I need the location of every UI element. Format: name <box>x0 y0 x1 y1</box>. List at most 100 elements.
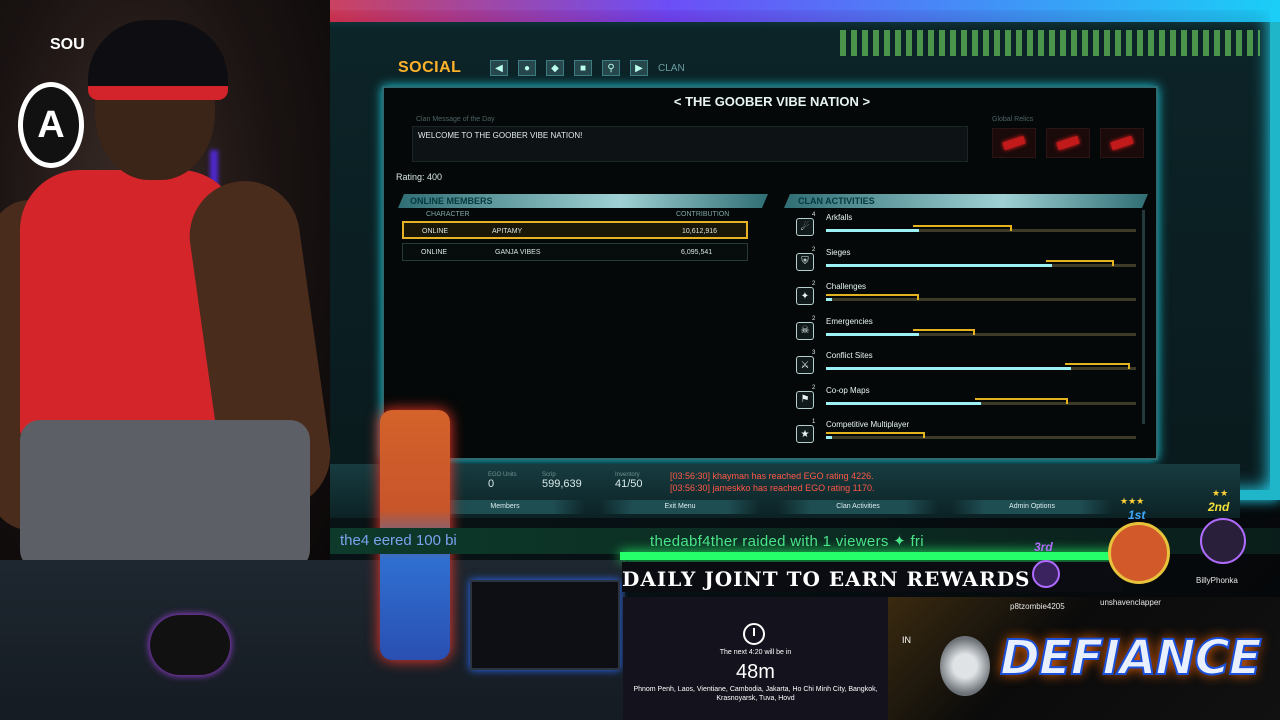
star-icon: ★★ <box>1212 488 1229 498</box>
activity-goal-marker <box>912 328 975 335</box>
activity-name: Arkfalls <box>826 213 853 222</box>
streamer-headband <box>88 20 228 100</box>
clan-activities-header: CLAN ACTIVITIES <box>784 194 1148 208</box>
streamer-jeans <box>20 420 310 570</box>
activity-row[interactable]: ⚑ 2 Co-op Maps <box>796 385 1136 415</box>
forward-arrow-icon[interactable]: ▶ <box>630 60 648 76</box>
leader-name: p8tzombie4205 <box>1010 602 1065 611</box>
neon-strip <box>620 552 1140 560</box>
leader-name: BillyPhonka <box>1196 576 1238 585</box>
keyboard <box>470 580 620 670</box>
clan-panel: < THE GOOBER VIBE NATION > Clan Message … <box>382 86 1158 460</box>
inventory-value: 41/50 <box>615 478 643 490</box>
member-row[interactable]: ONLINE APITAMY 10,612,916 <box>402 221 748 239</box>
member-contribution: 6,095,541 <box>681 249 713 256</box>
leader-rank: 1st <box>1128 508 1146 522</box>
back-arrow-icon[interactable]: ◀ <box>490 60 508 76</box>
timer-cities: Phnom Penh, Laos, Vientiane, Cambodia, J… <box>633 686 878 702</box>
clan-activities-button[interactable]: Clan Activities <box>778 500 938 514</box>
activity-goal-marker <box>912 225 1012 231</box>
relic-icon <box>1110 135 1134 151</box>
column-header-contribution: CONTRIBUTION <box>676 211 730 218</box>
chat-icon[interactable]: ■ <box>574 60 592 76</box>
clan-name: < THE GOOBER VIBE NATION > <box>673 94 871 109</box>
activity-goal-marker <box>1064 363 1130 369</box>
scrip-stat: Scrip 599,639 <box>542 472 582 490</box>
relic-slot[interactable] <box>1046 128 1090 158</box>
stream-overlay: SOCIAL ◀ ● ◆ ■ ⚲ ▶ CLAN < THE GOOBER VIB… <box>0 0 1280 720</box>
activity-progress-fill <box>826 401 981 405</box>
activity-goal-marker <box>1046 259 1115 266</box>
alarm-clock-icon <box>743 623 765 645</box>
breadcrumb: CLAN <box>658 62 685 74</box>
motd-text: WELCOME TO THE GOOBER VIBE NATION! <box>418 131 583 140</box>
ticker-message: the4 eered 100 bi <box>340 532 457 549</box>
activity-progress-track <box>826 332 1136 336</box>
activity-row[interactable]: ⚔ 3 Conflict Sites <box>796 350 1136 380</box>
activity-goal-marker <box>974 397 1068 404</box>
exit-menu-button[interactable]: Exit Menu <box>600 500 760 514</box>
activity-level: 3 <box>812 350 816 356</box>
activity-row[interactable]: ⛨ 2 Sieges <box>796 247 1136 277</box>
member-status: ONLINE <box>422 228 449 235</box>
channel-logo: A <box>18 82 84 168</box>
activity-goal-marker <box>826 294 919 300</box>
global-relics-label: Global Relics <box>992 116 1034 123</box>
activity-name: Competitive Multiplayer <box>826 420 910 429</box>
activity-row[interactable]: ✦ 2 Challenges <box>796 281 1136 311</box>
sponsor-label: IN <box>902 635 911 645</box>
pvp-icon: ★ <box>796 425 814 443</box>
activity-name: Emergencies <box>826 316 873 326</box>
banner-text: DAILY JOINT TO EARN REWARDS <box>622 567 1031 591</box>
people-icon[interactable]: ● <box>518 60 536 76</box>
activity-goal-marker <box>826 432 926 438</box>
webcam-feed: A SOU <box>0 0 338 570</box>
timer-value: 48m <box>736 661 775 683</box>
activities-scrollbar[interactable] <box>1142 210 1145 424</box>
activity-progress-fill <box>826 263 1053 267</box>
leader-name: unshavenclapper <box>1100 598 1161 607</box>
log-line: [03:56:30] jameskko has reached EGO rati… <box>670 483 875 493</box>
activity-name: Conflict Sites <box>826 351 873 360</box>
timer-label: The next 4:20 will be in <box>719 649 792 656</box>
activity-row[interactable]: ☄ 4 Arkfalls <box>796 212 1136 242</box>
relic-slot[interactable] <box>992 128 1036 158</box>
leader-avatar <box>1032 560 1060 588</box>
activity-progress-fill <box>826 367 1071 370</box>
online-members-header: ONLINE MEMBERS <box>398 194 768 208</box>
activity-row[interactable]: ★ 1 Competitive Multiplayer <box>796 419 1136 449</box>
game-header: SOCIAL ◀ ● ◆ ■ ⚲ ▶ CLAN <box>340 56 1220 80</box>
member-contribution: 10,612,916 <box>682 228 718 235</box>
challenge-icon: ✦ <box>796 287 814 305</box>
siege-icon: ⛨ <box>796 252 814 271</box>
emergency-icon: ☠ <box>796 321 814 340</box>
activity-name: Sieges <box>826 247 851 257</box>
admin-options-button[interactable]: Admin Options <box>952 500 1112 514</box>
decorative-pixel-strip <box>840 30 1260 56</box>
coop-map-icon: ⚑ <box>796 390 814 409</box>
arkfall-icon: ☄ <box>796 218 814 236</box>
activity-level: 2 <box>812 246 816 253</box>
ego-units-stat: EGO Units 0 <box>488 472 517 490</box>
member-row[interactable]: ONLINE GANJA VIBES 6,095,541 <box>402 243 748 261</box>
poster-text: SOU <box>50 36 85 53</box>
relic-slot[interactable] <box>1100 128 1144 158</box>
leader-rank: 2nd <box>1208 500 1230 514</box>
log-line: [03:56:30] khayman has reached EGO ratin… <box>670 471 874 481</box>
clan-rating: Rating: 400 <box>396 172 443 182</box>
column-header-character: CHARACTER <box>426 211 470 218</box>
inventory-stat: Inventory 41/50 <box>615 472 643 490</box>
relic-icon <box>1002 135 1026 151</box>
activity-row[interactable]: ☠ 2 Emergencies <box>796 316 1136 346</box>
leader-rank: 3rd <box>1034 540 1053 554</box>
member-name: GANJA VIBES <box>495 249 541 256</box>
activity-level: 1 <box>812 419 816 425</box>
motd-box: WELCOME TO THE GOOBER VIBE NATION! <box>412 126 968 162</box>
watch-image <box>940 636 990 696</box>
defiance-logo: DEFIANCE <box>999 629 1263 687</box>
neon-frame-top <box>262 0 1280 22</box>
search-icon[interactable]: ⚲ <box>602 60 620 76</box>
gaming-mouse <box>150 615 230 675</box>
activity-name: Challenges <box>826 282 867 291</box>
clan-shield-icon[interactable]: ◆ <box>546 60 564 76</box>
